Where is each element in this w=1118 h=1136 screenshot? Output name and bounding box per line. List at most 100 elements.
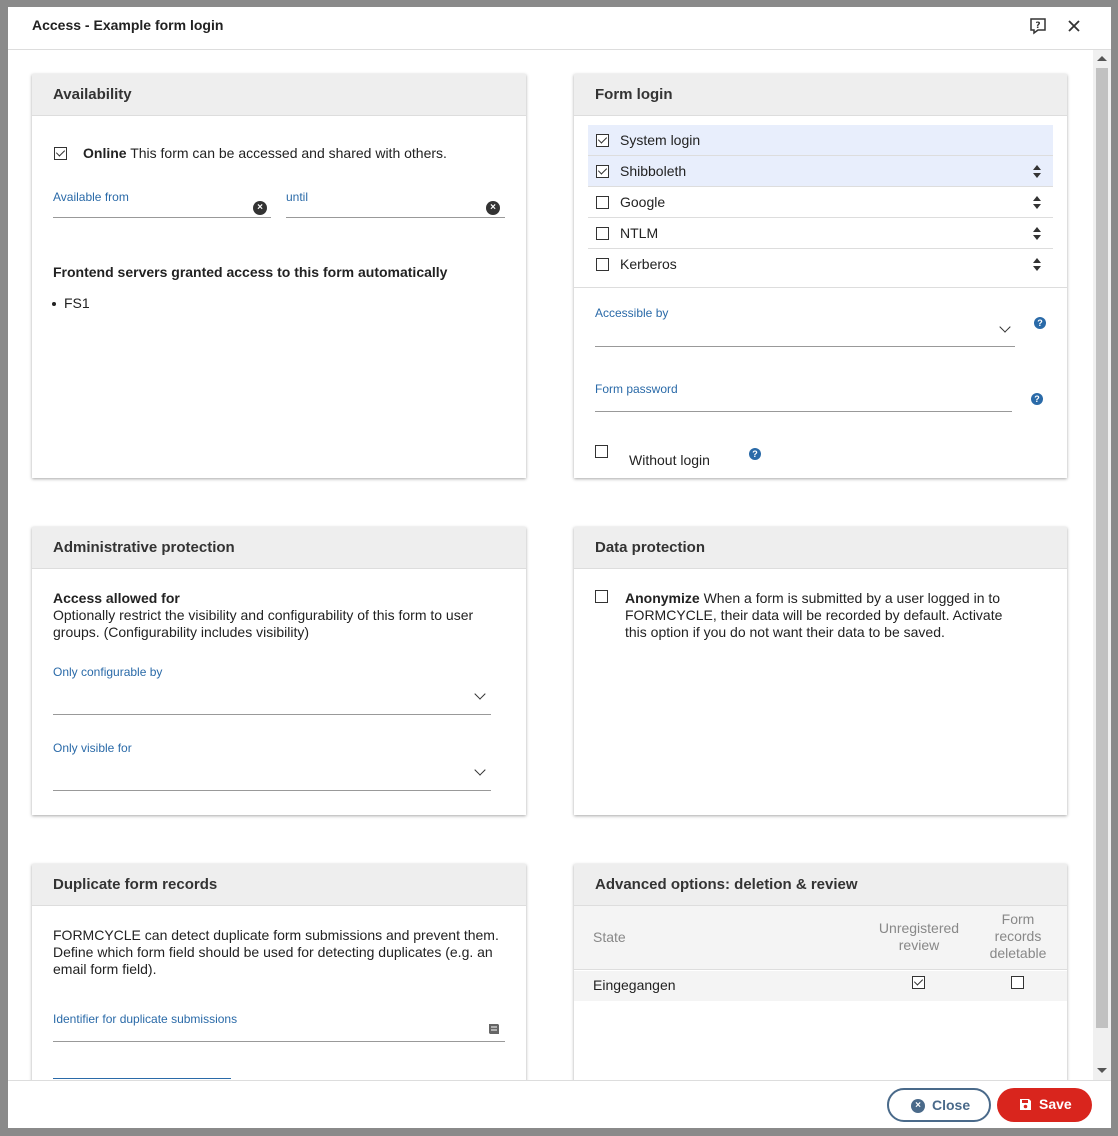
frontend-list-item: FS1 [52, 295, 90, 312]
column-deletable: Form records deletable [978, 911, 1058, 962]
divider [574, 287, 1067, 288]
until-label: until [286, 190, 309, 204]
frontend-heading: Frontend servers granted access to this … [53, 264, 448, 280]
help-icon[interactable]: ? [749, 448, 761, 460]
admin-protection-card: Administrative protection Access allowed… [32, 527, 526, 815]
close-button-label: Close [932, 1097, 971, 1113]
online-text: Online This form can be accessed and sha… [83, 145, 447, 162]
partial-field [53, 1078, 231, 1079]
online-label: Online [83, 145, 127, 161]
anonymize-checkbox[interactable] [595, 590, 608, 603]
password-label: Form password [595, 382, 678, 396]
dialog-footer: × Close Save [8, 1080, 1111, 1128]
save-button[interactable]: Save [997, 1088, 1092, 1122]
login-method-row[interactable]: Shibboleth [588, 156, 1053, 187]
floppy-disk-icon [1020, 1099, 1031, 1110]
availability-heading: Availability [32, 74, 526, 116]
column-review: Unregistered review [869, 920, 969, 954]
accessible-by-label: Accessible by [595, 306, 669, 320]
book-icon[interactable] [487, 1022, 501, 1036]
access-dialog: Access - Example form login ? Availabili… [8, 7, 1111, 1128]
duplicates-heading: Duplicate form records [32, 864, 526, 906]
clear-until-icon[interactable]: × [486, 201, 500, 215]
available-from-input[interactable] [53, 217, 271, 218]
help-icon[interactable]: ? [1034, 317, 1046, 329]
svg-text:?: ? [1035, 21, 1040, 31]
login-method-label: Google [620, 194, 666, 210]
help-icon[interactable]: ? [1031, 393, 1043, 405]
availability-card: Availability Online This form can be acc… [32, 74, 526, 478]
available-from-label: Available from [53, 190, 129, 204]
deletable-checkbox[interactable] [1011, 976, 1024, 989]
data-protection-card: Data protection Anonymize When a form is… [574, 527, 1067, 815]
row-state: Eingegangen [593, 977, 676, 993]
login-method-row[interactable]: NTLM [588, 218, 1053, 249]
until-input[interactable] [286, 217, 505, 218]
help-chat-icon[interactable]: ? [1029, 17, 1047, 35]
accessible-by-select[interactable] [595, 346, 1015, 347]
identifier-label: Identifier for duplicate submissions [53, 1012, 238, 1026]
identifier-input[interactable] [53, 1041, 505, 1042]
column-state: State [593, 929, 626, 945]
table-row: Eingegangen [574, 971, 1067, 1001]
sort-handle-icon[interactable] [1032, 165, 1042, 179]
dialog-content: Availability Online This form can be acc… [8, 50, 1093, 1080]
column-deletable-line: records [994, 928, 1042, 944]
scroll-up-icon[interactable] [1097, 56, 1107, 61]
login-method-checkbox[interactable] [596, 227, 609, 240]
column-deletable-line: Form [1001, 911, 1035, 927]
login-method-row[interactable]: Google [588, 187, 1053, 218]
advanced-heading: Advanced options: deletion & review [574, 864, 1067, 906]
advanced-options-card: Advanced options: deletion & review Stat… [574, 864, 1067, 1080]
data-protection-heading: Data protection [574, 527, 1067, 569]
sort-handle-icon[interactable] [1032, 258, 1042, 272]
login-method-row[interactable]: Kerberos [588, 249, 1053, 280]
configurable-by-select[interactable] [53, 714, 491, 715]
login-method-label: Kerberos [620, 256, 677, 272]
save-button-label: Save [1039, 1096, 1072, 1112]
configurable-by-label: Only configurable by [53, 665, 163, 679]
chevron-down-icon[interactable] [474, 764, 486, 776]
scrollbar[interactable] [1093, 50, 1111, 1080]
anonymize-text: Anonymize When a form is submitted by a … [625, 590, 1005, 641]
scroll-down-icon[interactable] [1097, 1068, 1107, 1073]
sort-handle-icon[interactable] [1032, 196, 1042, 210]
form-login-heading: Form login [574, 74, 1067, 116]
visible-for-select[interactable] [53, 790, 491, 791]
login-method-checkbox[interactable] [596, 196, 609, 209]
without-login-label: Without login [629, 452, 710, 468]
sort-handle-icon[interactable] [1032, 227, 1042, 241]
login-method-checkbox[interactable] [596, 134, 609, 147]
dialog-title: Access - Example form login [32, 17, 224, 33]
column-review-line: review [898, 937, 940, 953]
close-button[interactable]: × Close [887, 1088, 991, 1122]
scroll-thumb[interactable] [1096, 68, 1108, 1028]
anonymize-label: Anonymize [625, 590, 700, 606]
online-checkbox[interactable] [54, 147, 67, 160]
duplicates-text: FORMCYCLE can detect duplicate form subm… [53, 927, 499, 977]
chevron-down-icon[interactable] [474, 688, 486, 700]
form-login-card: Form login System login Shibboleth Googl… [574, 74, 1067, 478]
login-method-checkbox[interactable] [596, 258, 609, 271]
column-deletable-line: deletable [989, 945, 1047, 961]
close-icon[interactable] [1065, 17, 1083, 35]
dialog-header: Access - Example form login ? [8, 7, 1111, 50]
access-allowed-heading: Access allowed for [53, 590, 180, 606]
chevron-down-icon[interactable] [999, 321, 1011, 333]
login-method-label: System login [620, 132, 701, 148]
table-header: State Unregistered review Form records d… [574, 906, 1067, 970]
without-login-checkbox[interactable] [595, 445, 608, 458]
admin-protection-heading: Administrative protection [32, 527, 526, 569]
clear-from-icon[interactable]: × [253, 201, 267, 215]
review-checkbox[interactable] [912, 976, 925, 989]
login-method-checkbox[interactable] [596, 165, 609, 178]
login-method-label: Shibboleth [620, 163, 687, 179]
login-method-label: NTLM [620, 225, 659, 241]
column-review-line: Unregistered [878, 920, 960, 936]
login-method-row[interactable]: System login [588, 125, 1053, 156]
online-description: This form can be accessed and shared wit… [130, 145, 447, 161]
visible-for-label: Only visible for [53, 741, 132, 755]
duplicates-card: Duplicate form records FORMCYCLE can det… [32, 864, 526, 1080]
frontend-server: FS1 [64, 295, 90, 311]
password-input[interactable] [595, 411, 1012, 412]
